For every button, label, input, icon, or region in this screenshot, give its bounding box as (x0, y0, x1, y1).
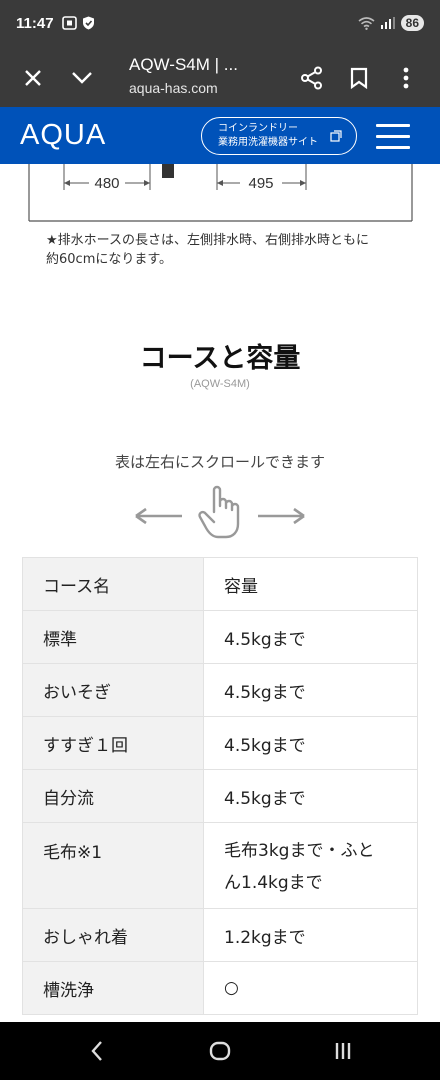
pointing-hand-icon (198, 485, 240, 539)
section-title: コースと容量 (139, 343, 301, 374)
back-icon[interactable] (82, 1037, 112, 1065)
course-capacity: ○ (203, 961, 418, 1015)
hamburger-icon[interactable] (376, 124, 410, 150)
course-name: すすぎ１回 (22, 716, 204, 770)
aqua-logo[interactable]: AQUA (20, 119, 106, 152)
close-icon[interactable] (19, 64, 47, 92)
dimension-left: 480 (94, 175, 119, 192)
more-vert-icon[interactable] (392, 64, 420, 92)
course-name: 毛布※1 (22, 822, 204, 909)
home-icon[interactable] (205, 1037, 235, 1065)
share-icon[interactable] (298, 64, 326, 92)
course-name: おしゃれ着 (22, 908, 204, 962)
course-capacity: 4.5kgまで (203, 769, 418, 823)
page-title[interactable]: AQW-S4M | ... (129, 55, 238, 75)
svg-text:~: ~ (92, 164, 101, 172)
drain-hose-note: ★排水ホースの長さは、左側排水時、右側排水時ともに 約60cmになります。 (46, 233, 370, 267)
bookmark-icon[interactable] (345, 64, 373, 92)
column-header-capacity: 容量 (203, 557, 418, 611)
table-row: おいそぎ 4.5kgまで (22, 663, 418, 717)
course-name: おいそぎ (22, 663, 204, 717)
battery-indicator: 86 (400, 15, 424, 31)
table-header-row: コース名 容量 (22, 557, 418, 611)
table-row: 標準 4.5kgまで (22, 610, 418, 664)
course-name: 自分流 (22, 769, 204, 823)
coin-laundry-site-button[interactable]: コインランドリー 業務用洗濯機器サイト (201, 117, 357, 155)
signal-icon (380, 17, 395, 29)
course-name: 槽洗浄 (22, 961, 204, 1015)
course-name: 標準 (22, 610, 204, 664)
arrow-right-icon (258, 507, 305, 525)
table-row: 槽洗浄 ○ (22, 961, 418, 1015)
course-capacity: 1.2kgまで (203, 908, 418, 962)
table-row: 自分流 4.5kgまで (22, 769, 418, 823)
course-capacity: 毛布3kgまで・ふと ん1.4kgまで (203, 822, 418, 909)
wifi-icon (358, 16, 375, 30)
dimension-right: 495 (248, 175, 273, 192)
browser-toolbar: AQW-S4M | ... aqua-has.com (0, 50, 440, 107)
course-capacity: 4.5kgまで (203, 716, 418, 770)
screenshot-icon (62, 16, 77, 30)
site-header: AQUA コインランドリー 業務用洗濯機器サイト (0, 107, 440, 164)
status-time: 11:47 (16, 15, 54, 32)
recents-icon[interactable] (328, 1037, 358, 1065)
chevron-down-icon[interactable] (68, 64, 96, 92)
table-row: おしゃれ着 1.2kgまで (22, 908, 418, 962)
table-row: すすぎ１回 4.5kgまで (22, 716, 418, 770)
dimension-diagram: 480 ~ 495 (28, 164, 413, 222)
system-nav-bar (0, 1022, 440, 1080)
swipe-hint-graphic (135, 485, 305, 539)
arrow-left-icon (135, 507, 182, 525)
status-bar: 11:47 86 (0, 0, 440, 50)
course-capacity-table[interactable]: コース名 容量 標準 4.5kgまで おいそぎ 4.5kgまで すすぎ１回 4.… (22, 557, 418, 1015)
course-capacity: 4.5kgまで (203, 610, 418, 664)
column-header-course: コース名 (22, 557, 204, 611)
external-link-icon (330, 130, 342, 142)
scroll-hint: 表は左右にスクロールできます (114, 453, 325, 471)
shield-icon (83, 16, 94, 30)
section-model: (AQW-S4M) (190, 378, 250, 390)
course-capacity: 4.5kgまで (203, 663, 418, 717)
page-url[interactable]: aqua-has.com (129, 80, 218, 96)
table-row: 毛布※1 毛布3kgまで・ふと ん1.4kgまで (22, 822, 418, 909)
